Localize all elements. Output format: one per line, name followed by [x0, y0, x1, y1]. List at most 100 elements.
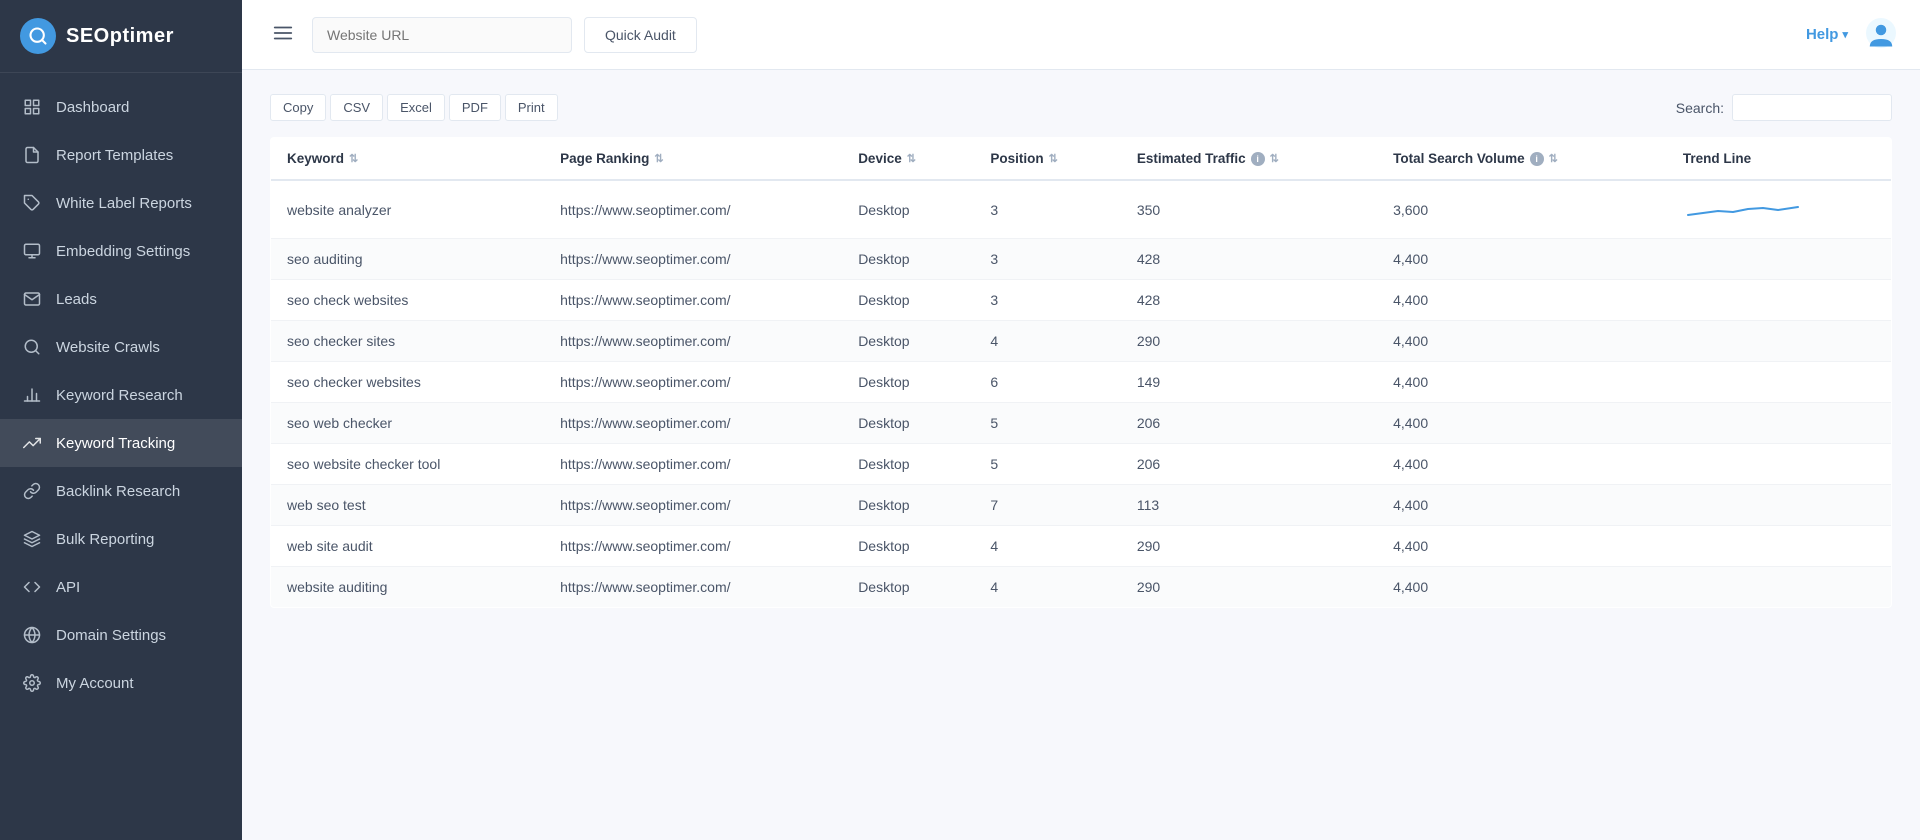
link-icon	[22, 481, 42, 501]
quick-audit-button[interactable]: Quick Audit	[584, 17, 697, 53]
sidebar-item-label: Dashboard	[56, 99, 129, 116]
sidebar-item-white-label[interactable]: White Label Reports	[0, 179, 242, 227]
sidebar: SEOptimer Dashboard Report Templates	[0, 0, 242, 840]
cell-page-ranking[interactable]: https://www.seoptimer.com/	[544, 362, 842, 403]
cell-device: Desktop	[842, 280, 974, 321]
table-body: website analyzer https://www.seoptimer.c…	[271, 180, 1892, 608]
cell-trend-line	[1667, 485, 1892, 526]
logo-icon	[20, 18, 56, 54]
sort-icon: ⇅	[349, 152, 358, 165]
cell-keyword: seo website checker tool	[271, 444, 545, 485]
menu-toggle-button[interactable]	[266, 16, 300, 53]
table-row: web site audit https://www.seoptimer.com…	[271, 526, 1892, 567]
cell-total-search-volume: 4,400	[1377, 444, 1667, 485]
logo-text: SEOptimer	[66, 25, 174, 48]
help-button[interactable]: Help ▾	[1806, 26, 1848, 43]
header: Quick Audit Help ▾	[242, 0, 1920, 70]
cell-position: 4	[974, 526, 1120, 567]
cell-position: 5	[974, 444, 1120, 485]
col-estimated-traffic[interactable]: Estimated Traffic i ⇅	[1121, 138, 1377, 181]
sort-icon: ⇅	[1049, 152, 1058, 165]
col-keyword[interactable]: Keyword ⇅	[271, 138, 545, 181]
sidebar-item-label: API	[56, 579, 80, 596]
cell-estimated-traffic: 290	[1121, 321, 1377, 362]
cell-keyword: website auditing	[271, 567, 545, 608]
sidebar-item-report-templates[interactable]: Report Templates	[0, 131, 242, 179]
excel-button[interactable]: Excel	[387, 94, 445, 121]
search-input[interactable]	[1732, 94, 1892, 121]
sidebar-item-website-crawls[interactable]: Website Crawls	[0, 323, 242, 371]
sidebar-item-dashboard[interactable]: Dashboard	[0, 83, 242, 131]
col-page-ranking[interactable]: Page Ranking ⇅	[544, 138, 842, 181]
sidebar-logo: SEOptimer	[0, 0, 242, 73]
file-icon	[22, 145, 42, 165]
sort-icon: ⇅	[907, 152, 916, 165]
cell-page-ranking[interactable]: https://www.seoptimer.com/	[544, 280, 842, 321]
cell-page-ranking[interactable]: https://www.seoptimer.com/	[544, 485, 842, 526]
sidebar-item-domain-settings[interactable]: Domain Settings	[0, 611, 242, 659]
sidebar-item-bulk-reporting[interactable]: Bulk Reporting	[0, 515, 242, 563]
cell-estimated-traffic: 149	[1121, 362, 1377, 403]
cell-trend-line	[1667, 444, 1892, 485]
csv-button[interactable]: CSV	[330, 94, 383, 121]
cell-position: 4	[974, 567, 1120, 608]
table-row: seo website checker tool https://www.seo…	[271, 444, 1892, 485]
sidebar-item-keyword-research[interactable]: Keyword Research	[0, 371, 242, 419]
cell-page-ranking[interactable]: https://www.seoptimer.com/	[544, 239, 842, 280]
cell-keyword: seo checker websites	[271, 362, 545, 403]
cell-page-ranking[interactable]: https://www.seoptimer.com/	[544, 403, 842, 444]
cell-page-ranking[interactable]: https://www.seoptimer.com/	[544, 321, 842, 362]
cell-device: Desktop	[842, 567, 974, 608]
cell-page-ranking[interactable]: https://www.seoptimer.com/	[544, 180, 842, 239]
user-avatar-button[interactable]	[1866, 18, 1896, 51]
sidebar-item-my-account[interactable]: My Account	[0, 659, 242, 707]
cell-estimated-traffic: 428	[1121, 239, 1377, 280]
sidebar-item-leads[interactable]: Leads	[0, 275, 242, 323]
table-row: seo web checker https://www.seoptimer.co…	[271, 403, 1892, 444]
col-total-search-volume[interactable]: Total Search Volume i ⇅	[1377, 138, 1667, 181]
sidebar-item-label: My Account	[56, 675, 134, 692]
sidebar-item-embedding[interactable]: Embedding Settings	[0, 227, 242, 275]
sidebar-item-backlink-research[interactable]: Backlink Research	[0, 467, 242, 515]
table-row: seo checker sites https://www.seoptimer.…	[271, 321, 1892, 362]
print-button[interactable]: Print	[505, 94, 558, 121]
layers-icon	[22, 529, 42, 549]
cell-estimated-traffic: 206	[1121, 444, 1377, 485]
cell-trend-line	[1667, 280, 1892, 321]
cell-keyword: web site audit	[271, 526, 545, 567]
sidebar-item-api[interactable]: API	[0, 563, 242, 611]
cell-trend-line	[1667, 321, 1892, 362]
grid-icon	[22, 97, 42, 117]
keyword-tracking-table: Keyword ⇅ Page Ranking ⇅ Device ⇅	[270, 137, 1892, 608]
cell-page-ranking[interactable]: https://www.seoptimer.com/	[544, 526, 842, 567]
cell-page-ranking[interactable]: https://www.seoptimer.com/	[544, 444, 842, 485]
cell-total-search-volume: 4,400	[1377, 403, 1667, 444]
trending-up-icon	[22, 433, 42, 453]
sidebar-item-label: Domain Settings	[56, 627, 166, 644]
code-icon	[22, 577, 42, 597]
cell-keyword: seo web checker	[271, 403, 545, 444]
copy-button[interactable]: Copy	[270, 94, 326, 121]
cell-device: Desktop	[842, 485, 974, 526]
cell-trend-line	[1667, 403, 1892, 444]
cell-trend-line	[1667, 567, 1892, 608]
cell-page-ranking[interactable]: https://www.seoptimer.com/	[544, 567, 842, 608]
search-area: Search:	[1676, 94, 1892, 121]
col-position[interactable]: Position ⇅	[974, 138, 1120, 181]
header-right: Help ▾	[1806, 18, 1896, 51]
sidebar-item-label: Bulk Reporting	[56, 531, 154, 548]
cell-keyword: seo checker sites	[271, 321, 545, 362]
cell-estimated-traffic: 206	[1121, 403, 1377, 444]
col-device[interactable]: Device ⇅	[842, 138, 974, 181]
monitor-icon	[22, 241, 42, 261]
cell-keyword: website analyzer	[271, 180, 545, 239]
pdf-button[interactable]: PDF	[449, 94, 501, 121]
sidebar-item-keyword-tracking[interactable]: Keyword Tracking	[0, 419, 242, 467]
sidebar-item-label: Keyword Research	[56, 387, 183, 404]
cell-total-search-volume: 4,400	[1377, 321, 1667, 362]
cell-position: 3	[974, 180, 1120, 239]
sidebar-item-label: Website Crawls	[56, 339, 160, 356]
col-trend-line: Trend Line	[1667, 138, 1892, 181]
cell-position: 6	[974, 362, 1120, 403]
url-input[interactable]	[312, 17, 572, 53]
